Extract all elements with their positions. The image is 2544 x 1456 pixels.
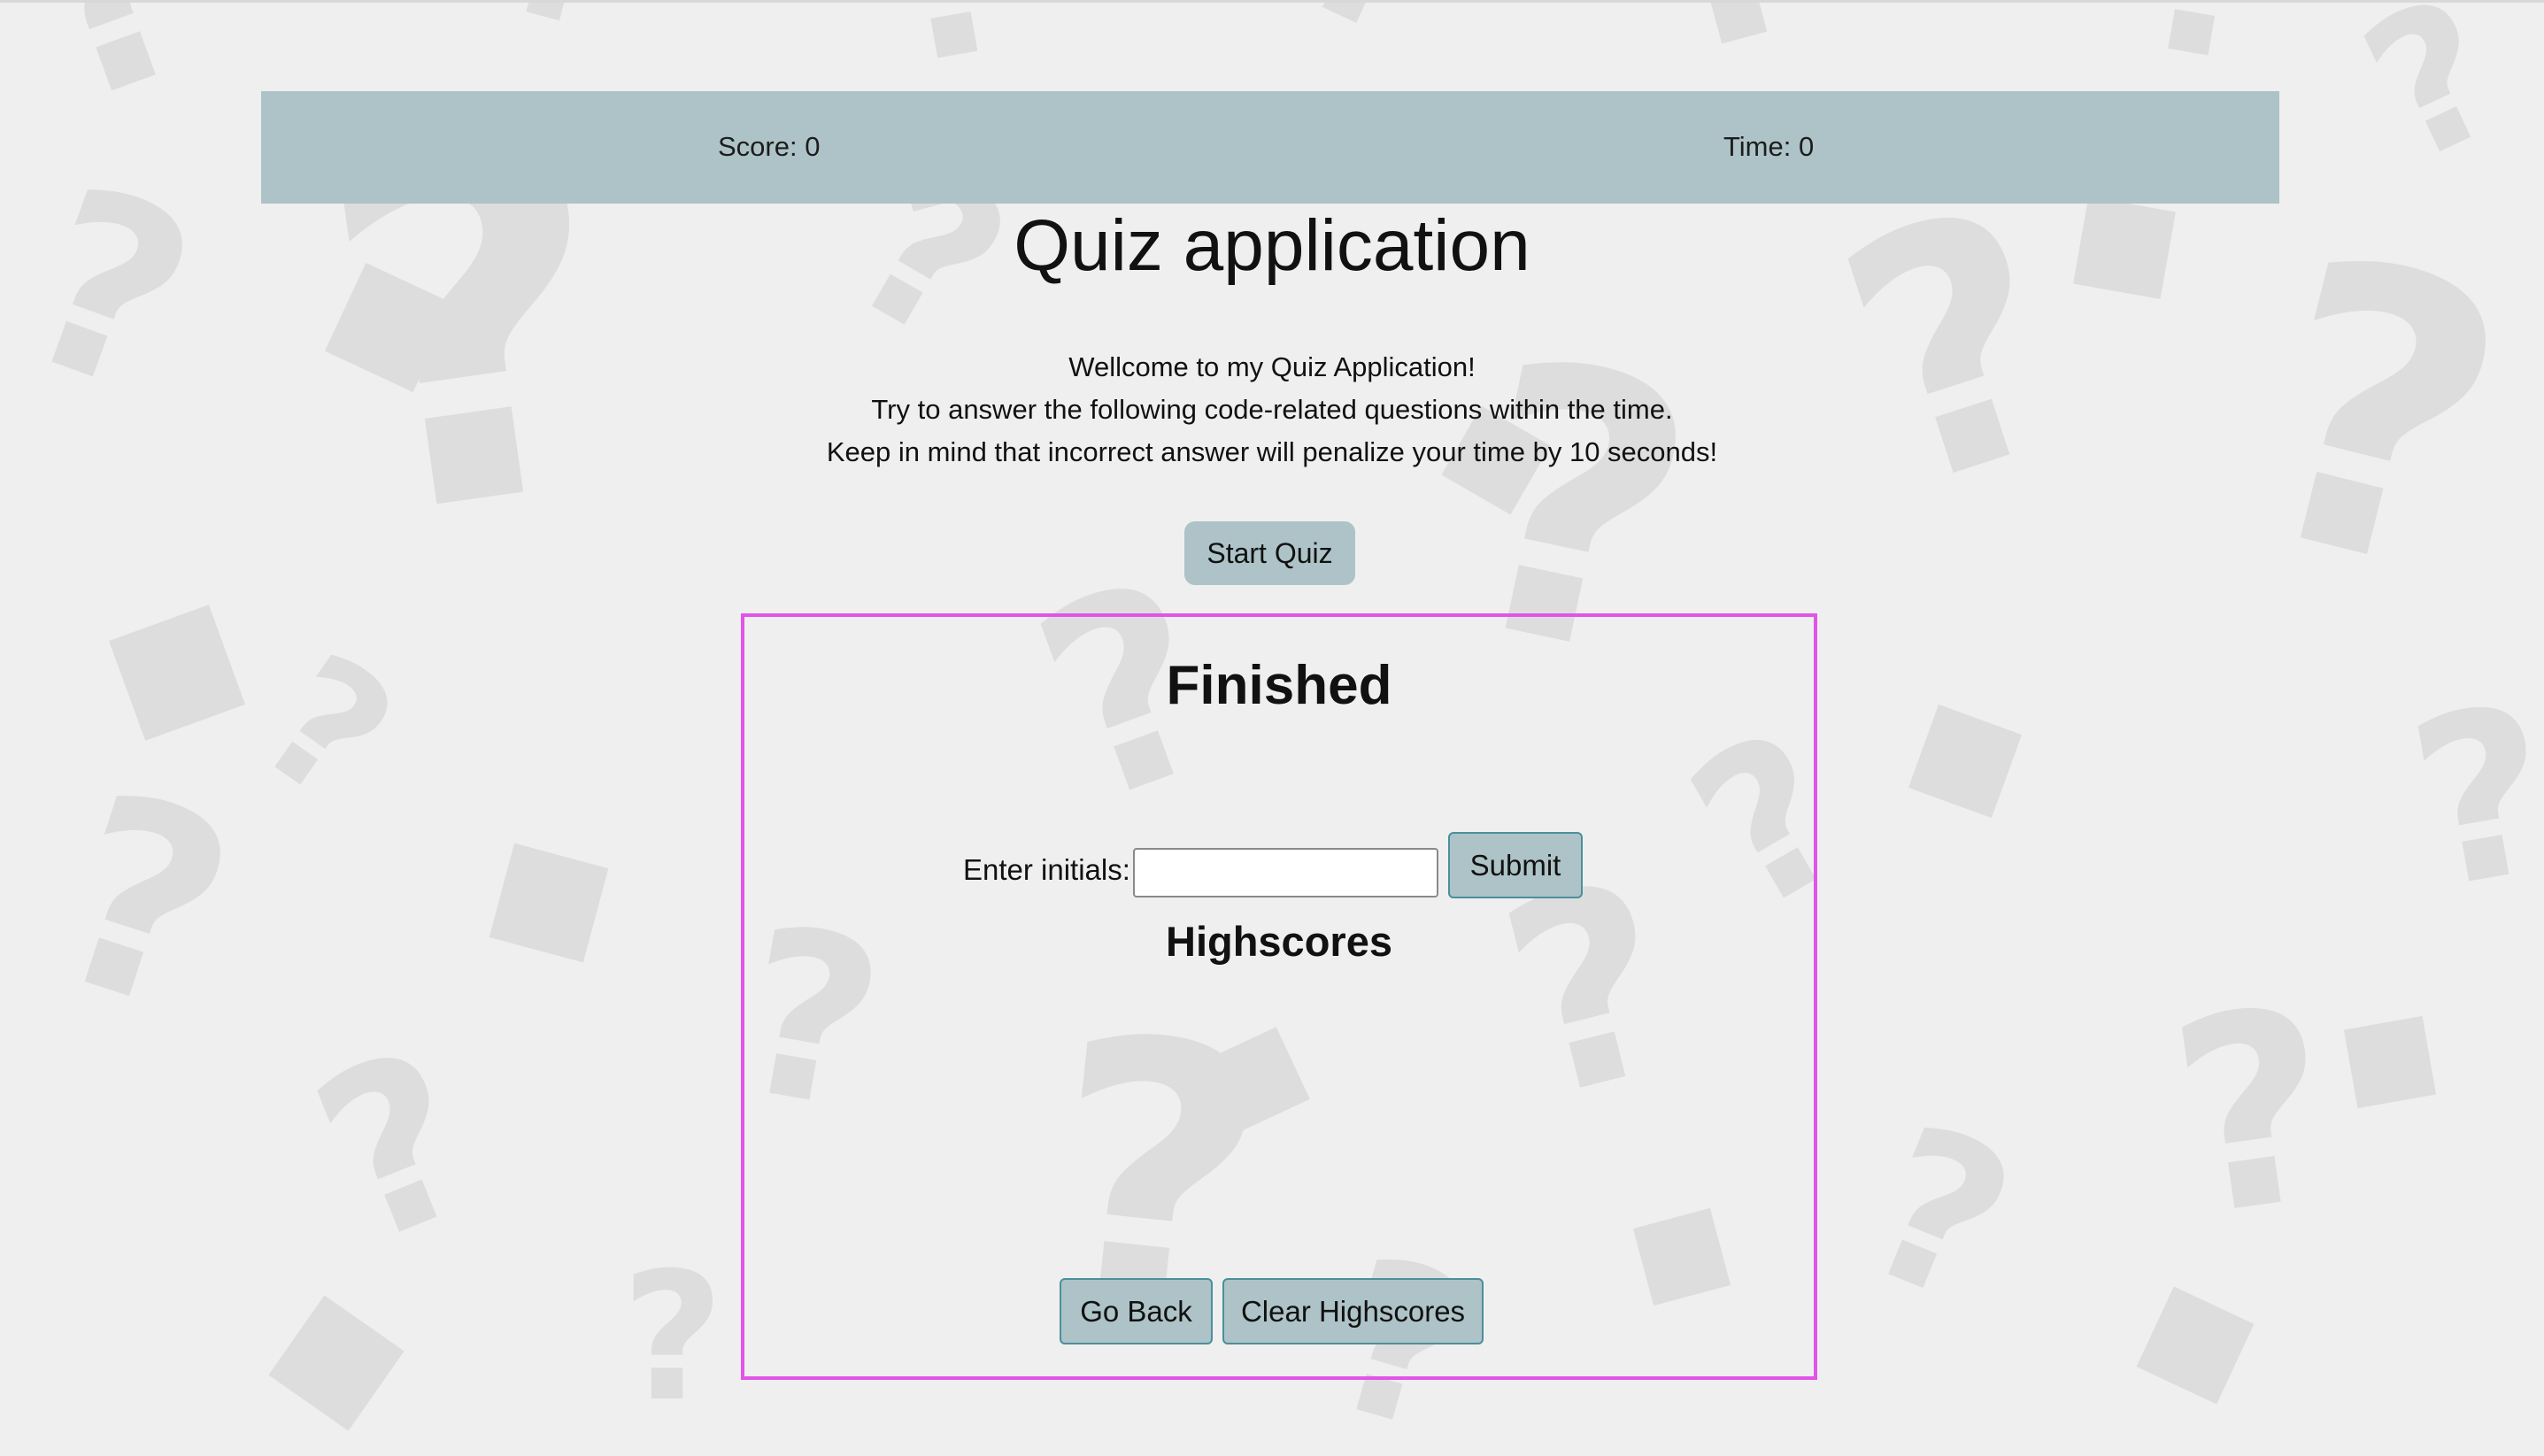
background-question-mark-icon: ? [2155, 950, 2351, 1277]
background-question-mark-icon: ? [2333, 0, 2532, 207]
submit-button[interactable]: Submit [1448, 832, 1583, 898]
background-square-shape [268, 1295, 405, 1431]
background-square-shape [1908, 704, 2023, 819]
highscores-title: Highscores [1166, 918, 1392, 965]
background-question-mark-icon: ? [2394, 656, 2544, 943]
background-question-mark-icon: ? [283, 999, 507, 1298]
initials-label: Enter initials: [963, 853, 1130, 886]
highscore-list [921, 980, 1637, 1245]
background-square-shape [2136, 1286, 2255, 1405]
finished-title: Finished [1166, 655, 1392, 716]
score-time-bar [261, 91, 2279, 204]
start-quiz-button[interactable]: Start Quiz [1184, 521, 1355, 585]
go-back-button[interactable]: Go Back [1060, 1278, 1213, 1344]
intro-line: Wellcome to my Quiz Application! [1068, 351, 1476, 382]
time-display: Time: 0 [1723, 131, 1815, 162]
background-question-mark-icon: ? [1836, 1077, 2043, 1353]
background-square-shape [2343, 1015, 2437, 1109]
background-square-shape [489, 843, 609, 963]
intro-text: Wellcome to my Quiz Application! Try to … [0, 346, 2544, 474]
background-question-mark-icon: ? [0, 0, 235, 165]
page-title: Quiz application [1014, 205, 1530, 286]
background-question-mark-icon: ? [1268, 0, 1485, 89]
intro-line: Keep in mind that incorrect answer will … [826, 436, 1718, 467]
background-question-mark-icon: ? [621, 1235, 724, 1441]
finished-panel: Finished Enter initials: Submit Highscor… [741, 613, 1817, 1380]
clear-highscores-button[interactable]: Clear Highscores [1222, 1278, 1484, 1344]
background-square-shape [109, 605, 245, 741]
initials-input[interactable] [1133, 848, 1438, 897]
score-display: Score: 0 [718, 131, 821, 162]
background-question-mark-icon: ? [226, 615, 428, 843]
window-top-border [0, 0, 2544, 3]
intro-line: Try to answer the following code-related… [871, 394, 1673, 425]
